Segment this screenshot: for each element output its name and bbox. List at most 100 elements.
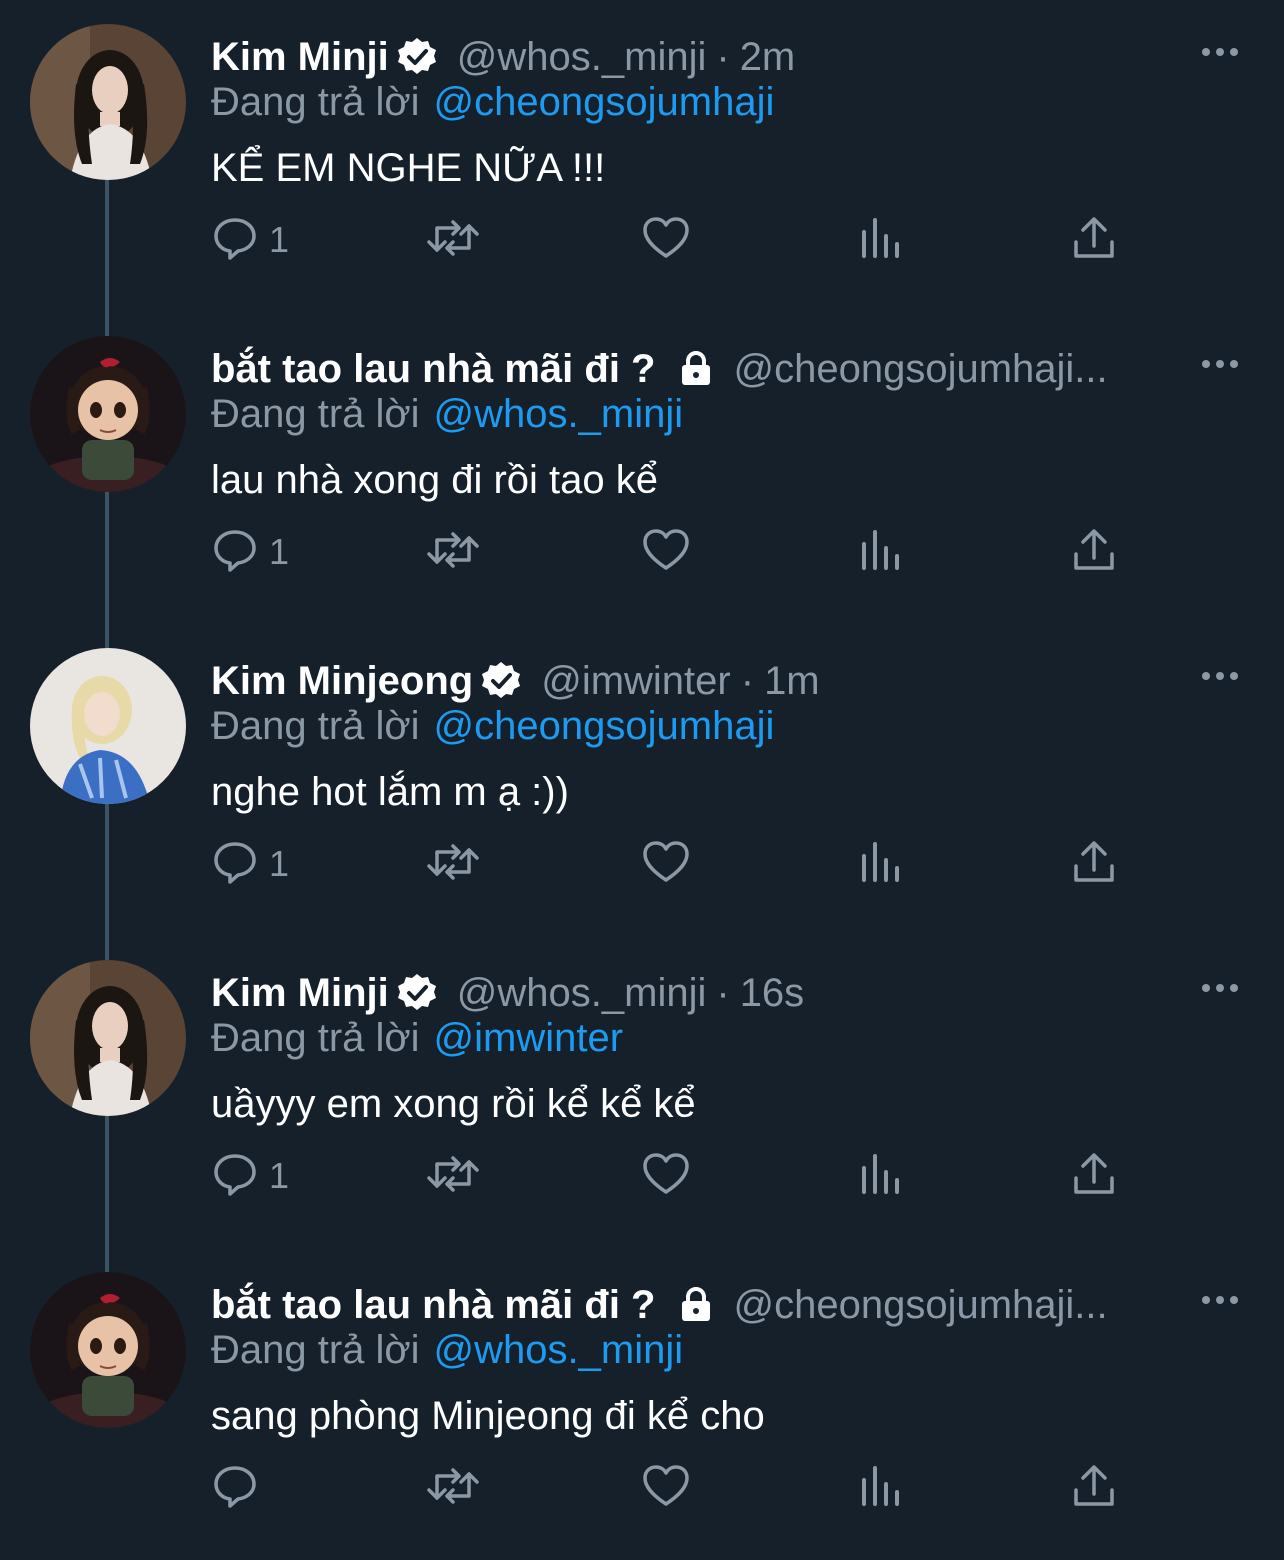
display-name[interactable]: Kim Minji (211, 971, 389, 1016)
replying-to: Đang trả lời @cheongsojumhaji (211, 80, 774, 128)
avatar[interactable] (30, 648, 186, 804)
reply-count: 1 (269, 531, 290, 572)
retweet-button[interactable] (425, 1460, 481, 1516)
like-button[interactable] (641, 212, 691, 268)
tweet-text: nghe hot lắm m ạ :)) (211, 770, 569, 814)
replying-to: Đang trả lời @whos._minji (211, 392, 683, 440)
more-options-icon[interactable] (1200, 1292, 1240, 1308)
tweet-header: Kim Minji @whos._minji · 16s (211, 968, 1171, 1018)
retweet-button[interactable] (425, 524, 481, 580)
verified-badge-icon (395, 35, 439, 79)
share-icon (1071, 1462, 1117, 1515)
heart-icon (641, 838, 691, 891)
tweet-header: Kim Minjeong @imwinter · 1m (211, 656, 1171, 706)
retweet-icon (425, 1150, 481, 1203)
analytics-button[interactable] (859, 524, 903, 580)
replying-label: Đang trả lời (211, 392, 420, 436)
share-icon (1071, 838, 1117, 891)
display-name[interactable]: Kim Minji (211, 35, 389, 80)
replying-label: Đang trả lời (211, 1328, 420, 1372)
analytics-button[interactable] (859, 1148, 903, 1204)
reply-icon (211, 1150, 259, 1203)
more-options-icon[interactable] (1200, 668, 1240, 684)
reply-icon (211, 1462, 259, 1515)
tweet[interactable]: bắt tao lau nhà mãi đi ? @cheongsojumhaj… (0, 312, 1284, 624)
timestamp[interactable]: 16s (740, 971, 805, 1016)
mention-link[interactable]: @whos._minji (434, 392, 684, 436)
analytics-icon (859, 214, 903, 267)
more-options-icon[interactable] (1200, 44, 1240, 60)
retweet-button[interactable] (425, 212, 481, 268)
share-button[interactable] (1071, 1460, 1117, 1516)
tweet-header: bắt tao lau nhà mãi đi ? @cheongsojumhaj… (211, 1280, 1171, 1330)
user-handle[interactable]: @whos._minji (457, 35, 707, 80)
reply-icon (211, 838, 259, 891)
avatar[interactable] (30, 336, 186, 492)
display-name[interactable]: bắt tao lau nhà mãi đi ? (211, 347, 656, 392)
replying-to: Đang trả lời @imwinter (211, 1016, 623, 1064)
user-handle[interactable]: @cheongsojumhaji... (734, 347, 1108, 392)
lock-icon (676, 1285, 716, 1325)
user-handle[interactable]: @whos._minji (457, 971, 707, 1016)
tweet-text: sang phòng Minjeong đi kể cho (211, 1394, 765, 1438)
analytics-button[interactable] (859, 836, 903, 892)
user-handle[interactable]: @cheongsojumhaji... (734, 1283, 1108, 1328)
avatar[interactable] (30, 1272, 186, 1428)
analytics-icon (859, 526, 903, 579)
mention-link[interactable]: @cheongsojumhaji (434, 80, 775, 124)
like-button[interactable] (641, 836, 691, 892)
analytics-icon (859, 1150, 903, 1203)
tweet[interactable]: Kim Minji @whos._minji · 16s Đang trả lờ… (0, 936, 1284, 1248)
tweet[interactable]: Kim Minji @whos._minji · 2m Đang trả lời… (0, 0, 1284, 312)
reply-count: 1 (269, 219, 290, 260)
analytics-button[interactable] (859, 1460, 903, 1516)
share-icon (1071, 214, 1117, 267)
mention-link[interactable]: @cheongsojumhaji (434, 704, 775, 748)
action-bar: 1 (211, 212, 1131, 268)
mention-link[interactable]: @whos._minji (434, 1328, 684, 1372)
retweet-button[interactable] (425, 1148, 481, 1204)
retweet-icon (425, 838, 481, 891)
analytics-button[interactable] (859, 212, 903, 268)
reply-button[interactable]: 1 (211, 836, 289, 892)
avatar[interactable] (30, 24, 186, 180)
reply-button[interactable]: 1 (211, 212, 289, 268)
heart-icon (641, 1150, 691, 1203)
analytics-icon (859, 1462, 903, 1515)
tweet[interactable]: bắt tao lau nhà mãi đi ? @cheongsojumhaj… (0, 1248, 1284, 1560)
reply-icon (211, 526, 259, 579)
user-handle[interactable]: @imwinter (541, 659, 731, 704)
timestamp[interactable]: 2m (740, 35, 796, 80)
action-bar: 1 (211, 524, 1131, 580)
share-button[interactable] (1071, 212, 1117, 268)
timestamp[interactable]: 1m (764, 659, 820, 704)
analytics-icon (859, 838, 903, 891)
display-name[interactable]: Kim Minjeong (211, 659, 473, 704)
reply-button[interactable] (211, 1460, 269, 1516)
tweet[interactable]: Kim Minjeong @imwinter · 1m Đang trả lời… (0, 624, 1284, 936)
reply-button[interactable]: 1 (211, 1148, 289, 1204)
avatar[interactable] (30, 960, 186, 1116)
more-options-icon[interactable] (1200, 356, 1240, 372)
reply-button[interactable]: 1 (211, 524, 289, 580)
retweet-button[interactable] (425, 836, 481, 892)
share-button[interactable] (1071, 836, 1117, 892)
action-bar (211, 1460, 1131, 1516)
lock-icon (676, 349, 716, 389)
more-options-icon[interactable] (1200, 980, 1240, 996)
mention-link[interactable]: @imwinter (434, 1016, 624, 1060)
reply-icon (211, 214, 259, 267)
replying-to: Đang trả lời @cheongsojumhaji (211, 704, 774, 752)
like-button[interactable] (641, 1148, 691, 1204)
share-button[interactable] (1071, 524, 1117, 580)
like-button[interactable] (641, 524, 691, 580)
share-button[interactable] (1071, 1148, 1117, 1204)
like-button[interactable] (641, 1460, 691, 1516)
separator-dot: · (740, 658, 755, 703)
heart-icon (641, 1462, 691, 1515)
replying-label: Đang trả lời (211, 704, 420, 748)
display-name[interactable]: bắt tao lau nhà mãi đi ? (211, 1283, 656, 1328)
retweet-icon (425, 526, 481, 579)
tweet-header: Kim Minji @whos._minji · 2m (211, 32, 1171, 82)
separator-dot: · (716, 970, 730, 1015)
